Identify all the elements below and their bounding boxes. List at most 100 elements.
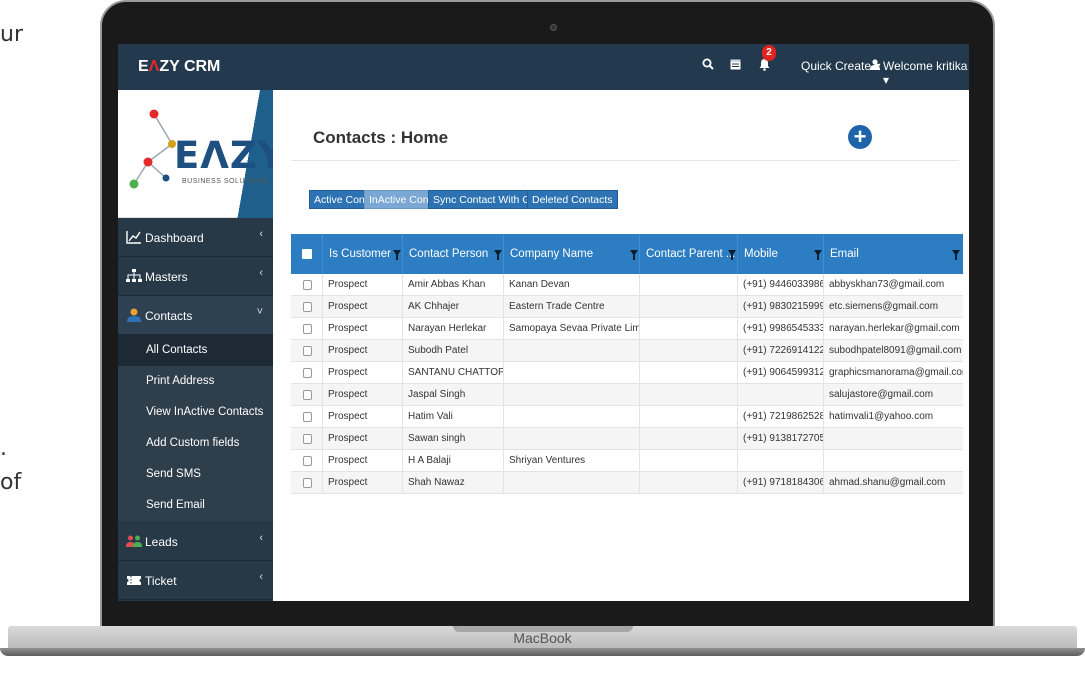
row-checkbox[interactable] — [303, 346, 312, 356]
column-header-company-name[interactable]: Company Name — [503, 234, 639, 274]
user-menu-button[interactable]: Welcome kritika ▾ — [883, 59, 969, 87]
row-checkbox[interactable] — [303, 324, 312, 334]
chevron-left-icon: ‹ — [259, 267, 263, 279]
table-row[interactable]: Prospect Subodh Patel (+91) 7226914122 subo… — [291, 340, 963, 362]
sidebar-item-leads[interactable]: Leads ‹ — [118, 522, 273, 561]
table-cell: Kanan Devan — [503, 274, 639, 296]
side-text-fragment: of — [0, 470, 22, 495]
table-header: Is Customer Contact Person Company Name … — [291, 234, 963, 274]
table-cell — [639, 406, 737, 428]
sidebar-item-ticket[interactable]: Ticket ‹ — [118, 561, 273, 600]
filter-icon[interactable] — [630, 250, 638, 260]
logo-wordmark: EΛZY — [174, 134, 286, 177]
table-cell: subodhpatel8091@gmail.com — [823, 340, 963, 362]
sidebar-item-masters[interactable]: Masters ‹ — [118, 257, 273, 296]
row-checkbox[interactable] — [303, 434, 312, 444]
table-row[interactable]: Prospect Shah Nawaz (+91) 9718184306 ahmad.… — [291, 472, 963, 494]
table-row[interactable]: Prospect Amir Abbas Khan Kanan Devan (+91) … — [291, 274, 963, 296]
table-cell — [503, 406, 639, 428]
table-row[interactable]: Prospect Narayan Herlekar Samopaya Sevaa P… — [291, 318, 963, 340]
sidebar-subitem-label: Add Custom fields — [146, 437, 240, 449]
row-checkbox[interactable] — [303, 390, 312, 400]
row-checkbox[interactable] — [303, 280, 312, 290]
quick-create-button[interactable]: Quick Create ▾ — [801, 59, 880, 73]
table-cell: Prospect — [322, 406, 402, 428]
users-icon — [126, 534, 142, 548]
row-checkbox[interactable] — [303, 456, 312, 466]
column-header-mobile[interactable]: Mobile — [737, 234, 823, 274]
deleted-contacts-button[interactable]: Deleted Contacts — [527, 190, 618, 209]
brand-accent: Λ — [148, 58, 160, 75]
sidebar-item-label: Contacts — [145, 309, 193, 323]
table-cell: salujastore@gmail.com — [823, 384, 963, 406]
table-row[interactable]: ProspectSANTANU CHATTOPADHYAY (+91) 90645… — [291, 362, 963, 384]
filter-icon[interactable] — [814, 250, 822, 260]
sidebar-item-dashboard[interactable]: Dashboard ‹ — [118, 218, 273, 257]
table-cell: hatimvali1@yahoo.com — [823, 406, 963, 428]
sidebar-subitem-send-email[interactable]: Send Email — [118, 490, 273, 521]
filter-icon[interactable] — [728, 250, 736, 260]
sidebar-subitem-all-contacts[interactable]: All Contacts — [118, 335, 273, 366]
side-text-fragment: . — [0, 436, 7, 461]
sidebar-subitem-add-custom-fields[interactable]: Add Custom fields — [118, 428, 273, 459]
table-cell: (+91) 9830215999 — [737, 296, 823, 318]
column-header-contact-person[interactable]: Contact Person — [402, 234, 503, 274]
select-all-checkbox[interactable] — [302, 249, 312, 259]
table-cell — [503, 340, 639, 362]
user-menu-icon[interactable] — [870, 59, 880, 73]
column-header-is-customer[interactable]: Is Customer — [322, 234, 402, 274]
table-cell: Amir Abbas Khan — [402, 274, 503, 296]
table-row[interactable]: Prospect AK Chhajer Eastern Trade Centre (+… — [291, 296, 963, 318]
table-cell: Prospect — [322, 362, 402, 384]
calendar-icon[interactable] — [730, 58, 741, 73]
laptop-label: MacBook — [513, 630, 572, 646]
sidebar-item-label: Ticket — [145, 574, 177, 588]
laptop-base-bottom — [0, 648, 1085, 656]
table-cell: Prospect — [322, 384, 402, 406]
sitemap-icon — [126, 269, 142, 283]
column-header-email[interactable]: Email — [823, 234, 963, 274]
notification-badge: 2 — [762, 45, 776, 61]
row-checkbox[interactable] — [303, 368, 312, 378]
table-cell — [639, 472, 737, 494]
table-cell — [639, 428, 737, 450]
table-cell: Sawan singh — [402, 428, 503, 450]
main-content: Contacts : Home + Active Contact InActiv… — [273, 90, 969, 601]
sidebar-subitem-send-sms[interactable]: Send SMS — [118, 459, 273, 490]
table-cell: (+91) 9446033986 — [737, 274, 823, 296]
filter-icon[interactable] — [494, 250, 502, 260]
table-cell — [639, 362, 737, 384]
table-cell — [737, 450, 823, 472]
row-checkbox[interactable] — [303, 412, 312, 422]
table-row[interactable]: Prospect Hatim Vali (+91) 7219862528 hatimv… — [291, 406, 963, 428]
table-cell: (+91) 9718184306 — [737, 472, 823, 494]
table-cell: Samopaya Sevaa Private Limited — [503, 318, 639, 340]
table-cell: Prospect — [322, 472, 402, 494]
chart-line-icon — [126, 230, 142, 244]
brand-logo[interactable]: EΛZY CRM — [138, 58, 220, 76]
table-cell: SANTANU CHATTOPADHYAY — [402, 362, 503, 384]
sidebar-subitem-print-address[interactable]: Print Address — [118, 366, 273, 397]
table-cell: Eastern Trade Centre — [503, 296, 639, 318]
table-cell — [639, 384, 737, 406]
column-header-contact-parent[interactable]: Contact Parent ... — [639, 234, 737, 274]
row-checkbox[interactable] — [303, 478, 312, 488]
table-cell: Narayan Herlekar — [402, 318, 503, 340]
add-contact-button[interactable]: + — [848, 125, 872, 149]
table-cell — [823, 428, 963, 450]
table-cell: Prospect — [322, 340, 402, 362]
filter-icon[interactable] — [393, 250, 401, 260]
table-cell: etc.siemens@gmail.com — [823, 296, 963, 318]
sidebar-subitem-view-inactive-contacts[interactable]: View InActive Contacts — [118, 397, 273, 428]
search-icon[interactable] — [702, 58, 714, 73]
filter-icon[interactable] — [952, 250, 960, 260]
table-row[interactable]: Prospect H A Balaji Shriyan Ventures — [291, 450, 963, 472]
sidebar-item-contacts[interactable]: Contacts ˅ — [118, 296, 273, 335]
row-checkbox[interactable] — [303, 302, 312, 312]
laptop-screen: EΛZY CRM 2 Quick Create ▾ Welcome kritik… — [118, 44, 969, 601]
table-row[interactable]: Prospect Jaspal Singh salujastore@gmail.co… — [291, 384, 963, 406]
table-row[interactable]: Prospect Sawan singh (+91) 9138172705 — [291, 428, 963, 450]
table-cell: Prospect — [322, 428, 402, 450]
table-cell: Subodh Patel — [402, 340, 503, 362]
sidebar-subitem-label: Send SMS — [146, 468, 201, 480]
